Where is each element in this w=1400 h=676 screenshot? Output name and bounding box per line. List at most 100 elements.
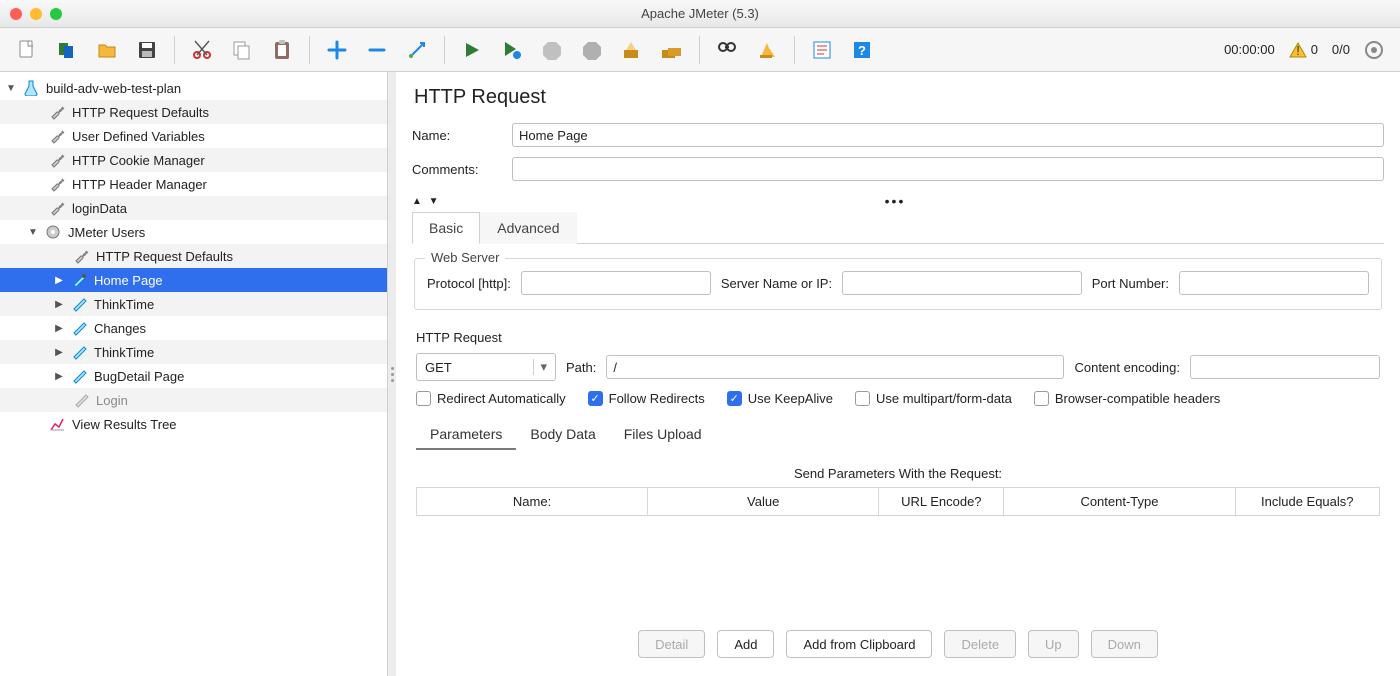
tree-item[interactable]: ▶BugDetail Page	[0, 364, 387, 388]
tree-item[interactable]: ▶Changes	[0, 316, 387, 340]
clear-all-icon[interactable]	[655, 33, 689, 67]
tree-item[interactable]: ▶ThinkTime	[0, 292, 387, 316]
redirect-auto-checkbox[interactable]: Redirect Automatically	[416, 391, 566, 406]
wrench-icon	[73, 248, 89, 264]
tree-item[interactable]: View Results Tree	[0, 412, 387, 436]
sampler-icon	[71, 344, 87, 360]
svg-text:!: !	[1296, 43, 1300, 58]
add-button[interactable]: Add	[717, 630, 774, 658]
stop-icon[interactable]	[535, 33, 569, 67]
function-helper-icon[interactable]	[805, 33, 839, 67]
svg-text:?: ?	[858, 43, 866, 58]
open-icon[interactable]	[90, 33, 124, 67]
down-button[interactable]: Down	[1091, 630, 1158, 658]
tree-item[interactable]: User Defined Variables	[0, 124, 387, 148]
toolbar-separator	[309, 36, 310, 64]
window-title: Apache JMeter (5.3)	[0, 6, 1400, 21]
tree-item[interactable]: ▶ThinkTime	[0, 340, 387, 364]
col-value[interactable]: Value	[648, 488, 879, 516]
detail-button[interactable]: Detail	[638, 630, 705, 658]
help-icon[interactable]: ?	[845, 33, 879, 67]
wrench-icon	[49, 104, 65, 120]
sampler-icon	[71, 368, 87, 384]
comments-input[interactable]	[512, 157, 1384, 181]
start-no-pause-icon[interactable]	[495, 33, 529, 67]
follow-redirects-checkbox[interactable]: ✓Follow Redirects	[588, 391, 705, 406]
protocol-input[interactable]	[521, 271, 711, 295]
gauge-icon[interactable]	[1364, 40, 1384, 60]
col-content-type[interactable]: Content-Type	[1004, 488, 1235, 516]
sampler-icon	[73, 392, 89, 408]
sampler-icon	[71, 320, 87, 336]
start-icon[interactable]	[455, 33, 489, 67]
tab-advanced[interactable]: Advanced	[480, 212, 576, 244]
col-name[interactable]: Name:	[417, 488, 648, 516]
comments-label: Comments:	[412, 162, 500, 177]
new-icon[interactable]	[10, 33, 44, 67]
param-buttons: Detail Add Add from Clipboard Delete Up …	[412, 618, 1384, 666]
encoding-input[interactable]	[1190, 355, 1380, 379]
tree-item[interactable]: HTTP Cookie Manager	[0, 148, 387, 172]
timer-label: 00:00:00	[1224, 42, 1275, 57]
name-input[interactable]	[512, 123, 1384, 147]
subtab-files-upload[interactable]: Files Upload	[610, 420, 716, 450]
save-icon[interactable]	[130, 33, 164, 67]
tree-item[interactable]: HTTP Request Defaults	[0, 100, 387, 124]
tree-item-selected[interactable]: ▶Home Page	[0, 268, 387, 292]
params-table[interactable]: Name: Value URL Encode? Content-Type Inc…	[416, 487, 1380, 516]
cut-icon[interactable]	[185, 33, 219, 67]
thread-counter: 0/0	[1332, 42, 1350, 57]
gear-icon	[45, 224, 61, 240]
splitter[interactable]	[388, 72, 396, 676]
path-label: Path:	[566, 360, 596, 375]
test-plan-tree[interactable]: ▼ build-adv-web-test-plan HTTP Request D…	[0, 72, 388, 676]
templates-icon[interactable]	[50, 33, 84, 67]
http-request-legend: HTTP Request	[416, 330, 1380, 345]
web-server-group: Web Server Protocol [http]: Server Name …	[414, 258, 1382, 310]
browser-headers-checkbox[interactable]: Browser-compatible headers	[1034, 391, 1220, 406]
subtab-body-data[interactable]: Body Data	[516, 420, 609, 450]
col-include-equals[interactable]: Include Equals?	[1235, 488, 1379, 516]
status-area: 00:00:00 ! 0 0/0	[1224, 40, 1390, 60]
main-content: ▼ build-adv-web-test-plan HTTP Request D…	[0, 72, 1400, 676]
reset-search-icon[interactable]	[750, 33, 784, 67]
shutdown-icon[interactable]	[575, 33, 609, 67]
http-request-group: HTTP Request GET ▾ Path: Content encodin…	[414, 320, 1382, 516]
up-button[interactable]: Up	[1028, 630, 1079, 658]
chevron-down-icon: ▾	[533, 359, 547, 375]
warning-count: 0	[1311, 42, 1318, 57]
subtab-parameters[interactable]: Parameters	[416, 420, 516, 450]
method-select[interactable]: GET ▾	[416, 353, 556, 381]
add-icon[interactable]	[320, 33, 354, 67]
web-server-legend: Web Server	[425, 250, 505, 265]
tree-item[interactable]: Login	[0, 388, 387, 412]
expand-icon[interactable]	[400, 33, 434, 67]
tree-item[interactable]: HTTP Header Manager	[0, 172, 387, 196]
port-label: Port Number:	[1092, 276, 1169, 291]
sampler-icon	[71, 296, 87, 312]
toolbar-separator	[699, 36, 700, 64]
clear-icon[interactable]	[615, 33, 649, 67]
col-url-encode[interactable]: URL Encode?	[879, 488, 1004, 516]
multipart-checkbox[interactable]: Use multipart/form-data	[855, 391, 1012, 406]
delete-button[interactable]: Delete	[944, 630, 1016, 658]
main-tabs: Basic Advanced	[412, 211, 1384, 244]
tree-item[interactable]: HTTP Request Defaults	[0, 244, 387, 268]
add-clipboard-button[interactable]: Add from Clipboard	[786, 630, 932, 658]
path-input[interactable]	[606, 355, 1064, 379]
keepalive-checkbox[interactable]: ✓Use KeepAlive	[727, 391, 833, 406]
tree-thread-group[interactable]: ▼JMeter Users	[0, 220, 387, 244]
tree-root[interactable]: ▼ build-adv-web-test-plan	[0, 76, 387, 100]
copy-icon[interactable]	[225, 33, 259, 67]
paste-icon[interactable]	[265, 33, 299, 67]
tree-item[interactable]: loginData	[0, 196, 387, 220]
server-input[interactable]	[842, 271, 1082, 295]
port-input[interactable]	[1179, 271, 1369, 295]
search-icon[interactable]	[710, 33, 744, 67]
toolbar: ? 00:00:00 ! 0 0/0	[0, 28, 1400, 72]
remove-icon[interactable]	[360, 33, 394, 67]
warning-icon: !	[1289, 42, 1307, 58]
tab-basic[interactable]: Basic	[412, 212, 480, 244]
section-collapser[interactable]: ▲ ▼•••	[406, 195, 1384, 207]
editor-panel: HTTP Request Name: Comments: ▲ ▼••• Basi…	[396, 72, 1400, 676]
